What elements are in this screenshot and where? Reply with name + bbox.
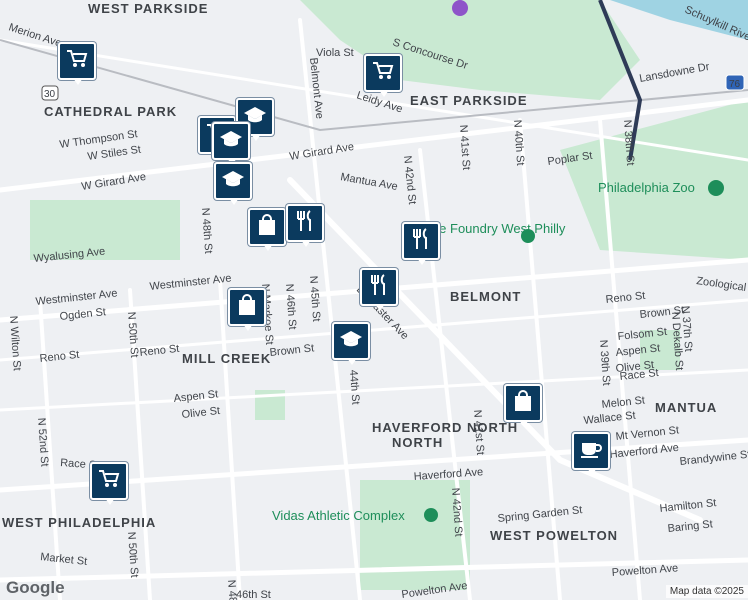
map-marker[interactable]: [214, 162, 252, 205]
street-label: Brown St: [269, 342, 315, 359]
street-label: 46th St: [236, 589, 271, 600]
street-label: W Stiles St: [87, 144, 142, 163]
street-label: Olive St: [181, 405, 221, 421]
map-marker[interactable]: [212, 122, 250, 165]
google-logo: Google: [6, 578, 65, 597]
cart-icon: [372, 61, 394, 86]
poi-label-foundry: The Foundry West Philly: [424, 221, 566, 236]
shield-label: 30: [44, 89, 56, 100]
hood-haverford-north-2: NORTH: [392, 435, 443, 450]
map-marker[interactable]: [286, 204, 324, 247]
cart-icon: [66, 49, 88, 74]
street-label: Aspen St: [173, 388, 219, 405]
street-label: Westminster Ave: [35, 287, 118, 308]
hood-cathedral-park: CATHEDRAL PARK: [44, 104, 177, 119]
street-label: Mantua Ave: [339, 171, 398, 193]
map-marker[interactable]: [90, 462, 128, 505]
marker-pointer: [73, 78, 83, 85]
hood-west-powelton: WEST POWELTON: [490, 528, 618, 543]
street-label: Brandywine St: [679, 449, 748, 468]
hood-east-parkside: EAST PARKSIDE: [410, 93, 528, 108]
map-marker[interactable]: [360, 268, 398, 311]
street-label: N Wilton St: [7, 315, 23, 371]
marker-pointer: [375, 304, 385, 311]
school-icon: [339, 329, 363, 354]
highway-shield-76: 76: [725, 74, 745, 91]
street-label: N 42nd St: [401, 155, 418, 205]
street-label: Market St: [40, 551, 88, 568]
hood-mantua: MANTUA: [655, 400, 717, 415]
poi-pin-icon: [424, 508, 438, 522]
marker-pointer: [263, 244, 273, 251]
map-marker[interactable]: [504, 384, 542, 427]
street-label: N 41st St: [457, 124, 472, 170]
street-label: N 48th St: [199, 207, 214, 254]
marker-pointer: [417, 258, 427, 265]
restaurant-icon: [294, 209, 316, 237]
map-attribution: Map data ©2025: [665, 585, 748, 598]
zoo-paw-icon: [708, 180, 724, 196]
marker-pointer: [379, 90, 389, 97]
cafe-icon: [580, 439, 602, 464]
hood-mill-creek: MILL CREEK: [182, 351, 271, 366]
street-label: N 41st St: [471, 409, 486, 455]
street-label: N 50th St: [125, 531, 140, 578]
street-label: Wallace St: [583, 410, 636, 427]
street-label: Reno St: [605, 290, 646, 306]
map-marker[interactable]: [364, 54, 402, 97]
street-label: Spring Garden St: [497, 504, 583, 525]
shopping-bag-icon: [257, 213, 277, 241]
school-icon: [219, 129, 243, 154]
map-marker[interactable]: [58, 42, 96, 85]
street-label: N 48th St: [225, 579, 240, 600]
street-label: Lansdowne Dr: [638, 61, 710, 85]
street-label: Baring St: [667, 518, 713, 535]
street-label: Viola St: [316, 47, 354, 59]
poi-label-vidas: Vidas Athletic Complex: [272, 508, 405, 523]
marker-pointer: [251, 134, 261, 141]
map-marker[interactable]: [248, 208, 286, 251]
map-marker[interactable]: [572, 432, 610, 475]
marker-pointer: [229, 198, 239, 205]
street-label: Haverford Ave: [609, 442, 679, 461]
street-label: Melon St: [601, 395, 645, 411]
shopping-bag-icon: [513, 389, 533, 417]
hood-west-philadelphia: WEST PHILADELPHIA: [2, 515, 156, 530]
street-label: Zoological Dr: [696, 275, 748, 296]
map-marker[interactable]: [332, 322, 370, 365]
hood-west-parkside: WEST PARKSIDE: [88, 1, 208, 16]
restaurant-icon: [410, 227, 432, 255]
highway-shield-30: 30: [41, 85, 59, 101]
marker-pointer: [347, 358, 357, 365]
school-icon: [221, 169, 245, 194]
street-label: N 45th St: [307, 275, 322, 322]
marker-pointer: [301, 240, 311, 247]
hood-belmont: BELMONT: [450, 289, 521, 304]
street-label: N 40th St: [511, 119, 526, 166]
restaurant-icon: [368, 273, 390, 301]
street-label: Haverford Ave: [413, 466, 483, 483]
marker-pointer: [519, 420, 529, 427]
poi-foundry[interactable]: The Foundry West Philly: [424, 221, 566, 243]
poi-purple-pin-icon: [452, 0, 468, 16]
street-label: Reno St: [139, 343, 180, 359]
street-label: 44th St: [347, 369, 361, 405]
marker-pointer: [587, 468, 597, 475]
map-marker[interactable]: [402, 222, 440, 265]
map-marker[interactable]: [228, 288, 266, 331]
street-label: Ogden St: [59, 306, 106, 323]
cart-icon: [98, 469, 120, 494]
street-label: N 52nd St: [35, 417, 50, 467]
hood-haverford-north: HAVERFORD NORTH: [372, 420, 518, 435]
poi-label-zoo: Philadelphia Zoo: [598, 180, 695, 195]
marker-pointer: [105, 498, 115, 505]
street-label: W Girard Ave: [289, 141, 355, 163]
shopping-bag-icon: [237, 293, 257, 321]
street-label: N 46th St: [283, 283, 298, 330]
shield-label: 76: [729, 79, 741, 90]
marker-pointer: [243, 324, 253, 331]
